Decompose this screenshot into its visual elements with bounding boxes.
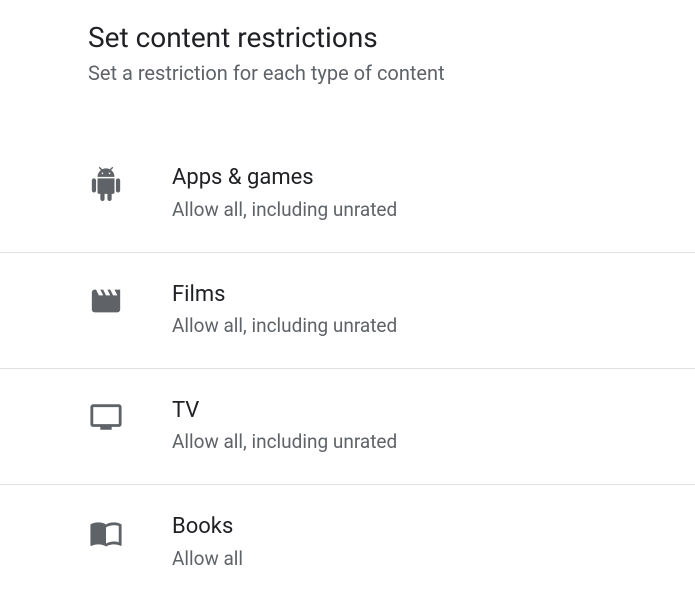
item-subtitle: Allow all, including unrated [172, 313, 645, 340]
item-subtitle: Allow all, including unrated [172, 197, 645, 224]
item-title: TV [172, 397, 645, 426]
item-subtitle: Allow all [172, 546, 645, 573]
android-icon [88, 166, 124, 202]
content-restrictions-page: Set content restrictions Set a restricti… [0, 0, 695, 600]
list-item-apps-games[interactable]: Apps & games Allow all, including unrate… [0, 136, 695, 252]
restrictions-list: Apps & games Allow all, including unrate… [0, 136, 695, 600]
page-title: Set content restrictions [88, 20, 645, 56]
item-text: Apps & games Allow all, including unrate… [172, 164, 645, 223]
item-title: Apps & games [172, 164, 645, 193]
list-item-books[interactable]: Books Allow all [0, 485, 695, 600]
item-text: TV Allow all, including unrated [172, 397, 645, 456]
page-subtitle: Set a restriction for each type of conte… [88, 58, 645, 88]
books-icon [88, 515, 124, 551]
item-text: Films Allow all, including unrated [172, 281, 645, 340]
item-text: Books Allow all [172, 513, 645, 572]
list-item-tv[interactable]: TV Allow all, including unrated [0, 369, 695, 485]
film-icon [88, 283, 124, 319]
item-title: Films [172, 281, 645, 310]
item-title: Books [172, 513, 645, 542]
list-item-films[interactable]: Films Allow all, including unrated [0, 253, 695, 369]
item-subtitle: Allow all, including unrated [172, 429, 645, 456]
tv-icon [88, 399, 124, 435]
page-header: Set content restrictions Set a restricti… [0, 20, 695, 136]
